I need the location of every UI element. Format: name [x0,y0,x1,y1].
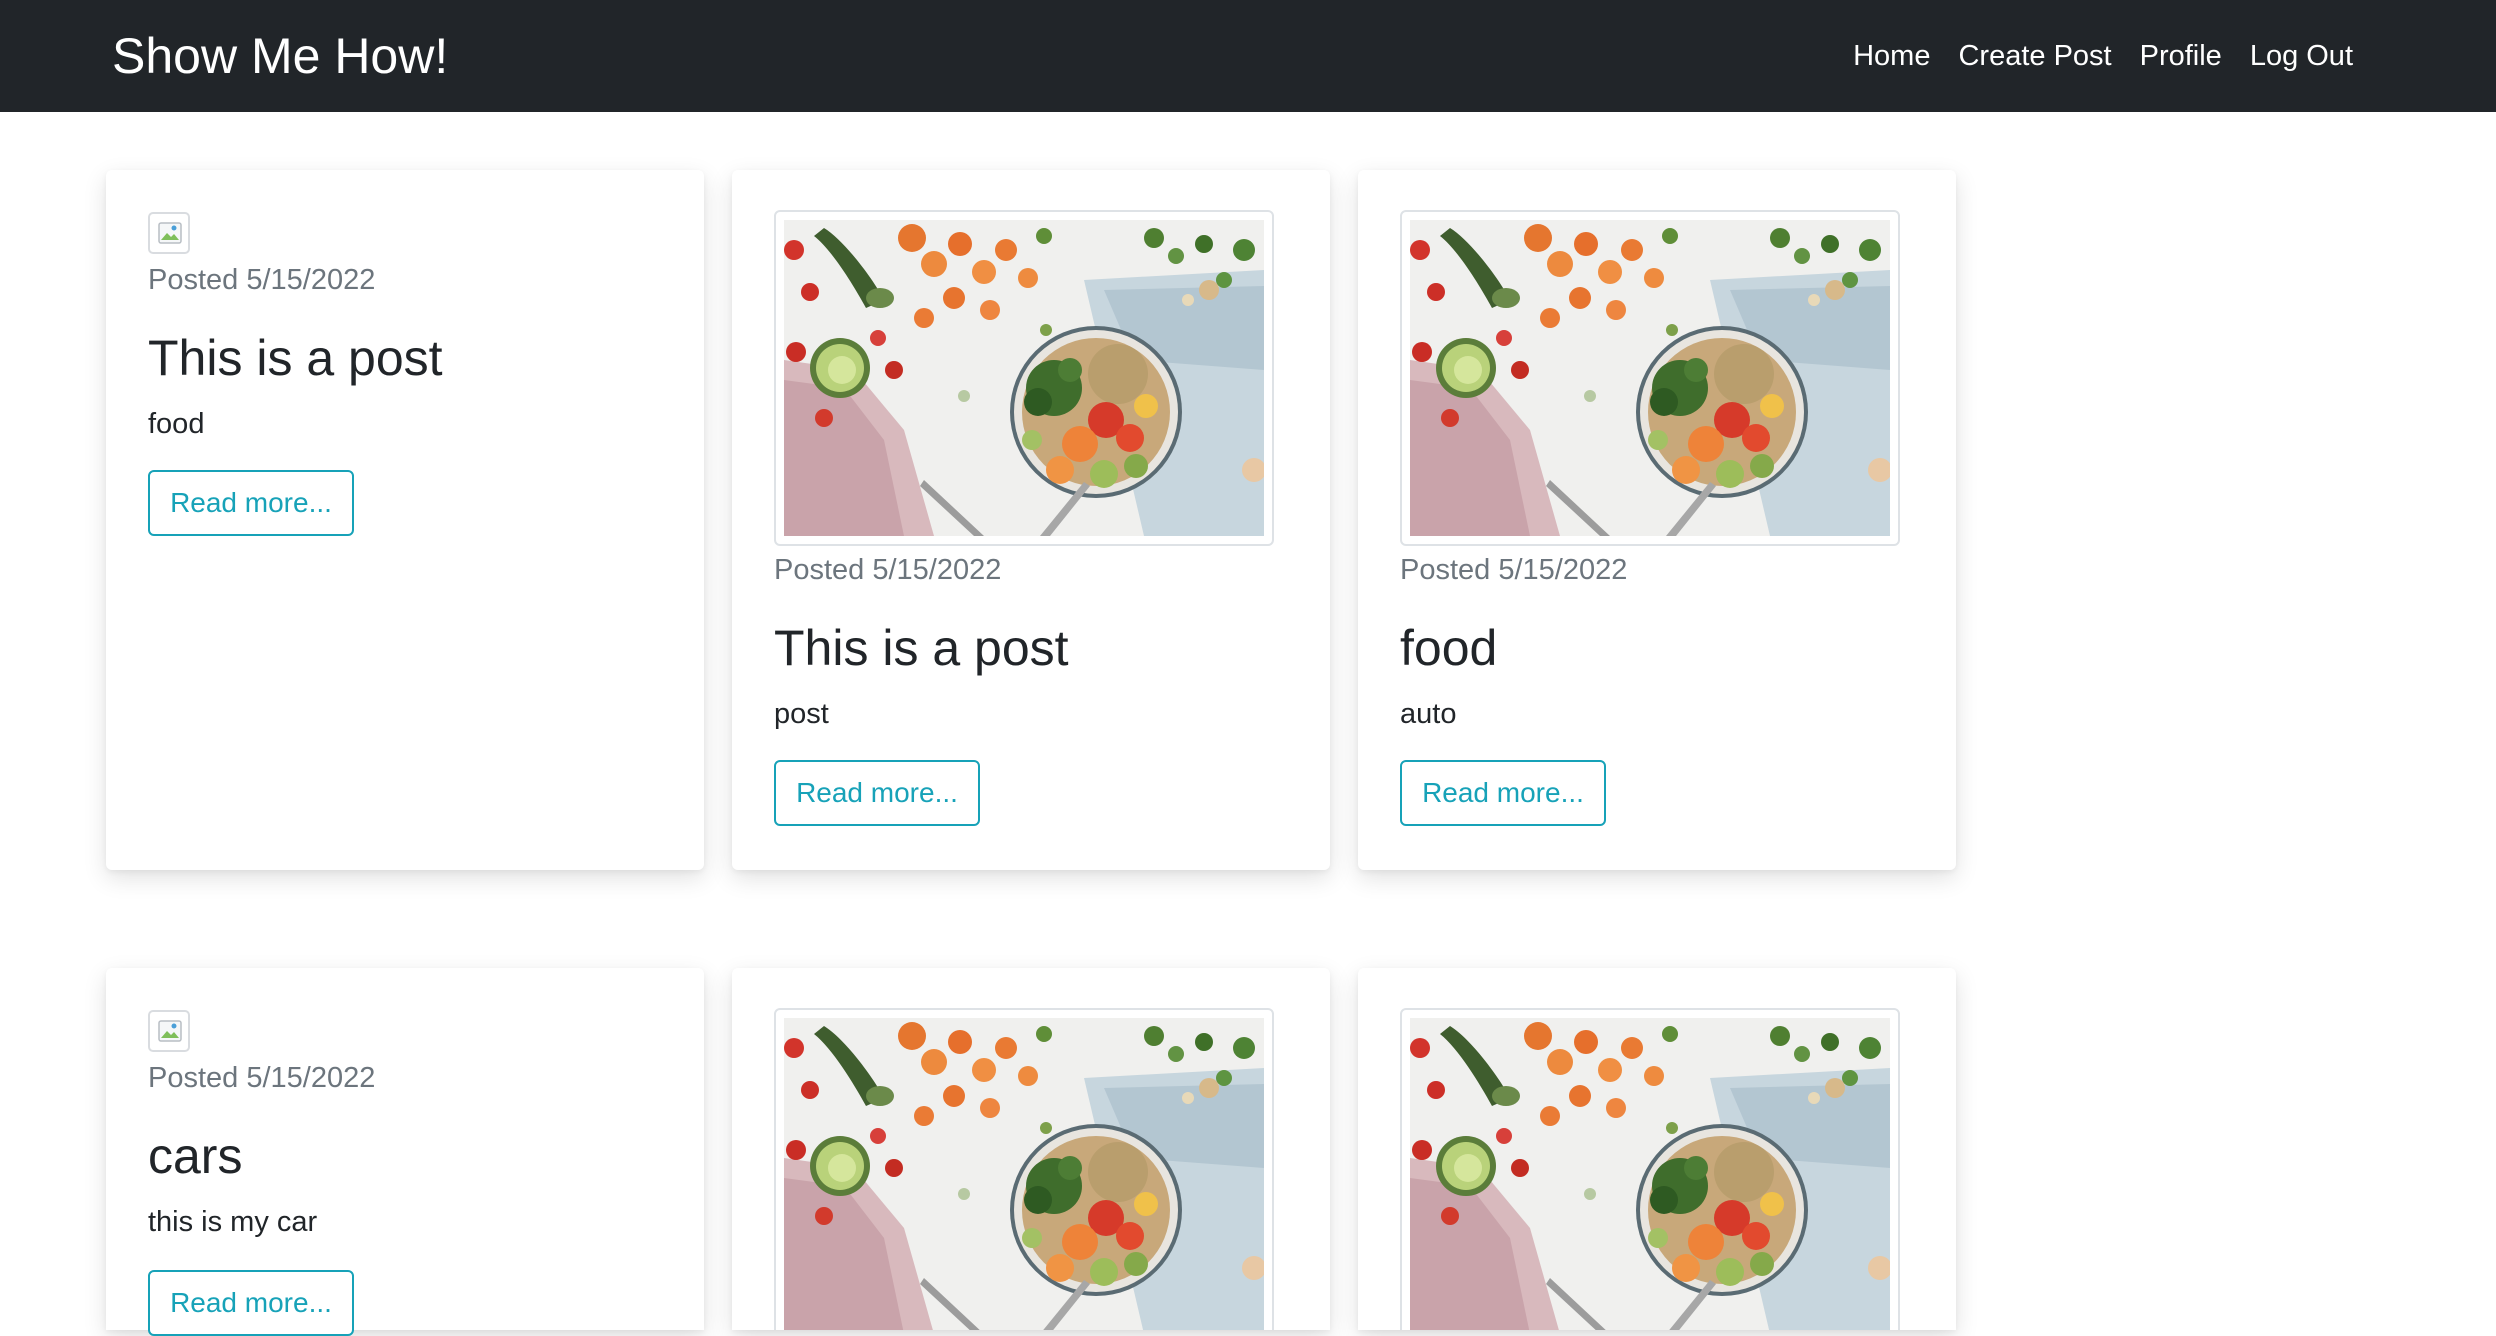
post-text: auto [1400,698,1457,730]
broken-image-icon [148,1010,190,1052]
post-image [1400,1008,1900,1330]
nav-link-create-post[interactable]: Create Post [1944,36,2125,76]
post-date: Posted 5/15/2022 [774,554,1002,586]
read-more-button[interactable]: Read more... [148,1270,354,1336]
post-image [774,1008,1274,1330]
post-card [732,968,1330,1330]
post-card: Posted 5/15/2022 food auto Read more... [1358,170,1956,870]
post-card: Posted 5/15/2022 This is a post food Rea… [106,170,704,870]
read-more-button[interactable]: Read more... [1400,760,1606,826]
read-more-button[interactable]: Read more... [148,470,354,536]
nav-link-home[interactable]: Home [1839,36,1944,76]
top-navbar: Show Me How! Home Create Post Profile Lo… [0,0,2496,112]
post-image [774,210,1274,546]
post-title: food [1400,620,1498,676]
post-card [1358,968,1956,1330]
post-text: food [148,408,205,440]
post-card: Posted 5/15/2022 This is a post post Rea… [732,170,1330,870]
post-date: Posted 5/15/2022 [1400,554,1628,586]
post-card: Posted 5/15/2022 cars this is my car Rea… [106,968,704,1336]
post-date: Posted 5/15/2022 [148,1062,376,1094]
nav-link-profile[interactable]: Profile [2126,36,2236,76]
post-date: Posted 5/15/2022 [148,264,376,296]
post-text: post [774,698,829,730]
post-title: This is a post [148,330,443,386]
post-title: This is a post [774,620,1069,676]
read-more-button[interactable]: Read more... [774,760,980,826]
broken-image-icon [148,212,190,254]
post-title: cars [148,1128,243,1184]
post-image [1400,210,1900,546]
nav-link-log-out[interactable]: Log Out [2236,36,2367,76]
post-text: this is my car [148,1206,318,1238]
nav-links: Home Create Post Profile Log Out [1839,36,2367,76]
brand-logo-text[interactable]: Show Me How! [112,26,448,86]
